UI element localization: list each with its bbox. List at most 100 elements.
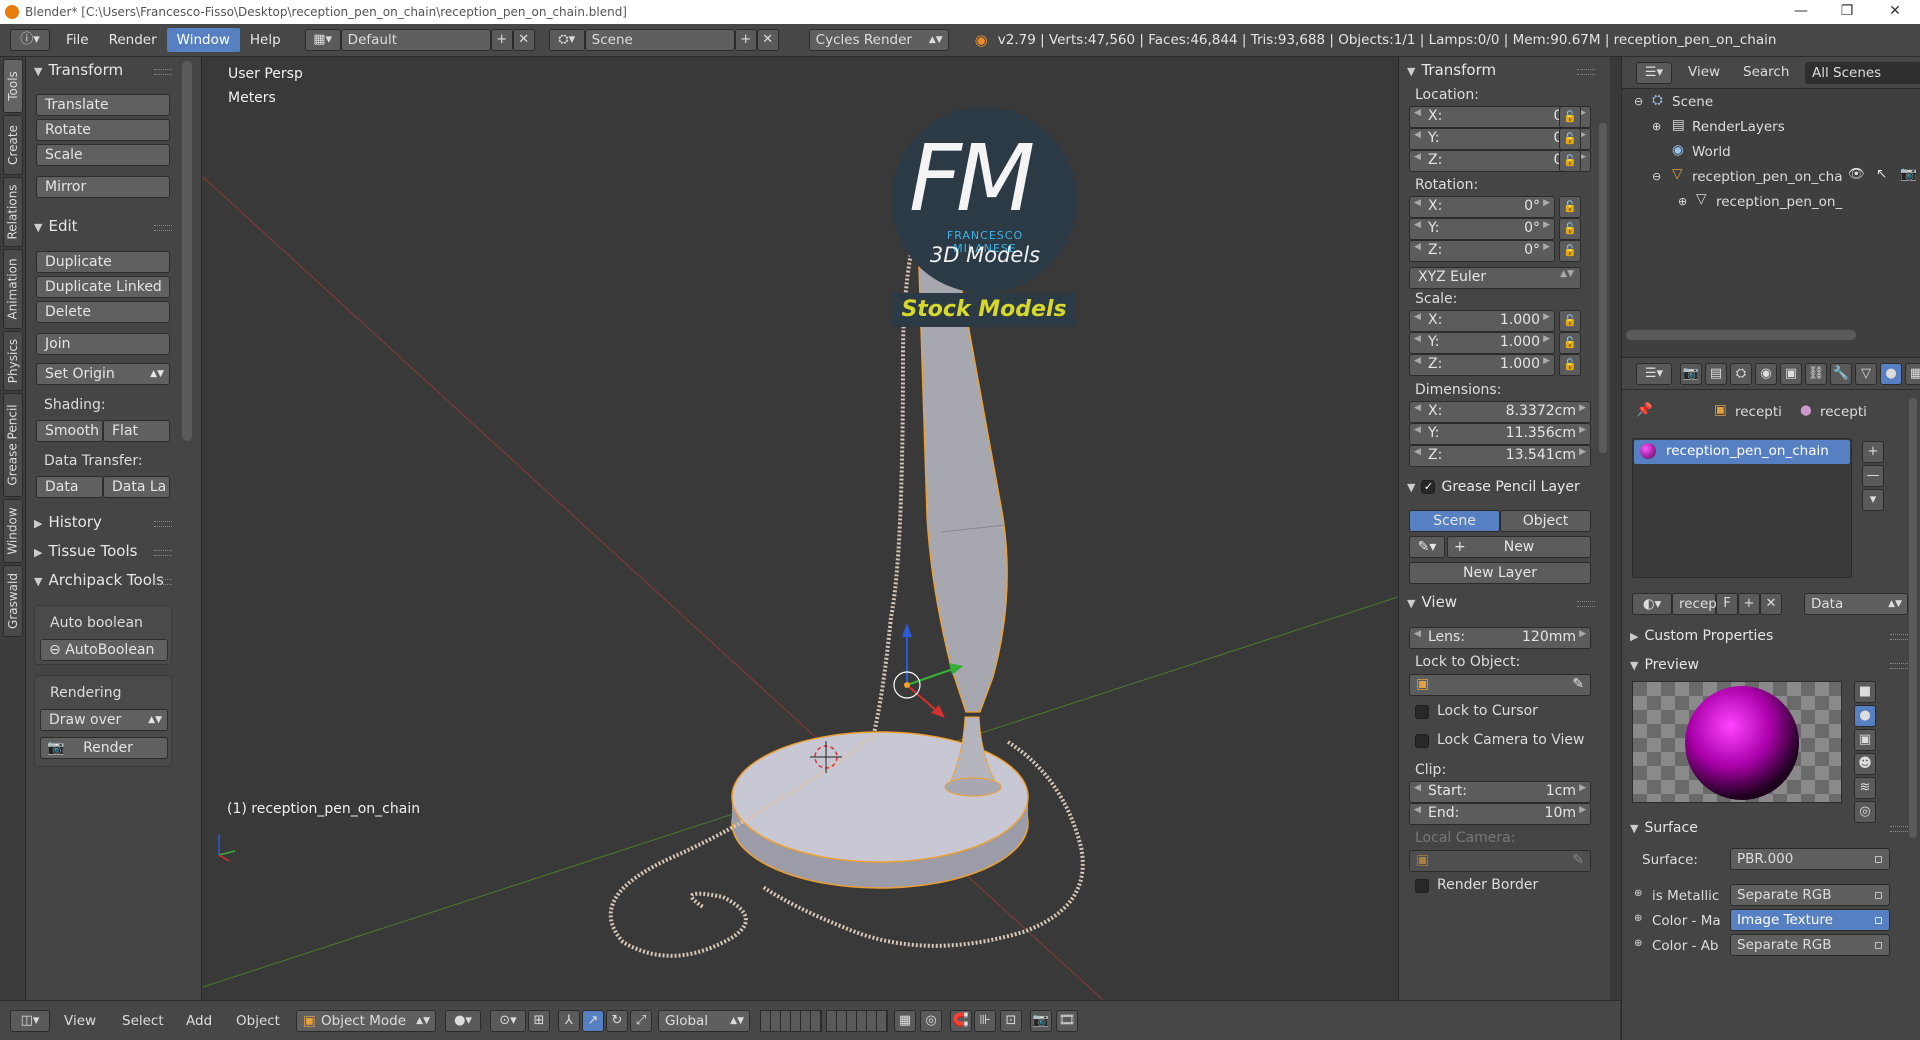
data-transfer-button[interactable]: Data bbox=[36, 476, 103, 498]
autoboolean-button[interactable]: ⊖ AutoBoolean bbox=[40, 639, 168, 661]
render-border-checkbox[interactable] bbox=[1415, 879, 1429, 893]
tab-graswald[interactable]: Graswald bbox=[3, 565, 23, 637]
data-layout-button[interactable]: Data La bbox=[103, 476, 170, 498]
snap-toggle-icon[interactable]: 🧲 bbox=[950, 1010, 972, 1032]
shade-flat-button[interactable]: Flat bbox=[103, 420, 170, 442]
rotate-button[interactable]: Rotate bbox=[36, 119, 170, 141]
minimize-icon[interactable]: — bbox=[1778, 0, 1824, 24]
panel-grip-icon[interactable] bbox=[1577, 601, 1595, 607]
history-panel-header[interactable]: ▶ History bbox=[34, 513, 102, 531]
gp-object-tab[interactable]: Object bbox=[1500, 510, 1591, 532]
menu-view[interactable]: View bbox=[64, 1013, 96, 1029]
outliner-filter-select[interactable]: All Scenes bbox=[1805, 62, 1920, 84]
properties-editor-icon[interactable]: ☰▾ bbox=[1636, 363, 1672, 385]
object-tab-icon[interactable]: ▣ bbox=[1780, 363, 1802, 385]
input-color-ab-select[interactable]: Separate RGB ▫ bbox=[1730, 934, 1890, 956]
local-camera-field[interactable]: ▣ ✎ bbox=[1409, 850, 1591, 872]
lock-icon[interactable]: 🔓 bbox=[1559, 196, 1581, 218]
tab-relations[interactable]: Relations bbox=[3, 177, 23, 247]
layer-buttons-b[interactable] bbox=[826, 1010, 888, 1032]
tab-window[interactable]: Window bbox=[3, 499, 23, 563]
dimension-z-field[interactable]: ◀ Z: 13.541cm ▶ bbox=[1409, 445, 1591, 467]
custom-properties-header[interactable]: ▶ Custom Properties bbox=[1630, 626, 1773, 644]
expand-icon[interactable]: ⊕ bbox=[1678, 195, 1687, 208]
lock-icon[interactable]: 🔓 bbox=[1559, 332, 1581, 354]
material-unlink-icon[interactable]: ✕ bbox=[1760, 593, 1782, 615]
preview-sphere-icon[interactable]: ● bbox=[1854, 705, 1876, 727]
pencil-icon[interactable]: ✎▾ bbox=[1409, 536, 1445, 558]
tab-create[interactable]: Create bbox=[3, 115, 23, 175]
duplicate-linked-button[interactable]: Duplicate Linked bbox=[36, 276, 170, 298]
constraints-tab-icon[interactable]: ⛓ bbox=[1805, 363, 1827, 385]
panel-grip-icon[interactable] bbox=[154, 521, 172, 527]
rotate-manipulator-icon[interactable]: ↻ bbox=[606, 1010, 628, 1032]
view-panel-header[interactable]: ▼ View bbox=[1407, 593, 1457, 611]
rotation-y-field[interactable]: ◀ Y: 0° ▶ bbox=[1409, 218, 1555, 240]
menu-render[interactable]: Render bbox=[99, 28, 167, 52]
material-tab-icon[interactable]: ● bbox=[1880, 363, 1902, 385]
gp-enable-checkbox[interactable]: ✓ bbox=[1421, 479, 1436, 494]
gp-new-layer-button[interactable]: New Layer bbox=[1409, 562, 1591, 584]
tab-grease-pencil[interactable]: Grease Pencil bbox=[3, 393, 23, 497]
rotation-mode-select[interactable]: XYZ Euler ▲▼ bbox=[1409, 267, 1581, 289]
dimension-y-field[interactable]: ◀ Y: 11.356cm ▶ bbox=[1409, 423, 1591, 445]
outliner-editor-icon[interactable]: ☰▾ bbox=[1636, 62, 1672, 84]
lock-camera-checkbox[interactable] bbox=[1415, 734, 1429, 748]
pivot-point-icon[interactable]: ⊙▾ bbox=[490, 1010, 526, 1032]
render-visibility-icon[interactable]: 📷 bbox=[1900, 166, 1917, 182]
eye-icon[interactable]: 👁 bbox=[1848, 166, 1865, 182]
layout-name-field[interactable]: Default bbox=[340, 29, 491, 51]
panel-grip-icon[interactable] bbox=[1890, 826, 1908, 832]
layout-browse-icon[interactable]: ▦▾ bbox=[304, 29, 341, 51]
material-slot-item[interactable]: reception_pen_on_chain bbox=[1634, 440, 1850, 464]
slot-add-icon[interactable]: + bbox=[1862, 441, 1884, 463]
lock-to-cursor-checkbox[interactable] bbox=[1415, 705, 1429, 719]
lock-icon[interactable]: 🔓 bbox=[1559, 310, 1581, 332]
panel-grip-icon[interactable] bbox=[154, 225, 172, 231]
panel-grip-icon[interactable] bbox=[154, 69, 172, 75]
lock-icon[interactable]: 🔓 bbox=[1559, 218, 1581, 240]
surface-shader-select[interactable]: PBR.000 ▫ bbox=[1730, 848, 1890, 870]
clip-start-field[interactable]: ◀ Start: 1cm ▶ bbox=[1409, 781, 1591, 803]
tab-animation[interactable]: Animation bbox=[3, 249, 23, 329]
panel-grip-icon[interactable] bbox=[1890, 663, 1908, 669]
lock-icon[interactable]: 🔓 bbox=[1559, 106, 1581, 128]
proportional-edit-icon[interactable]: ◎ bbox=[920, 1010, 942, 1032]
shade-smooth-button[interactable]: Smooth bbox=[36, 420, 103, 442]
scene-remove-icon[interactable]: ✕ bbox=[756, 29, 779, 51]
editor-type-icon[interactable]: ⓘ▾ bbox=[10, 29, 50, 51]
tool-shelf-scrollbar[interactable] bbox=[182, 61, 192, 441]
archipack-panel-header[interactable]: ▼ Archipack Tools bbox=[34, 571, 164, 589]
layout-add-icon[interactable]: + bbox=[490, 29, 513, 51]
preview-header[interactable]: ▼ Preview bbox=[1630, 655, 1699, 673]
preview-cube-icon[interactable]: ▣ bbox=[1854, 729, 1876, 751]
lock-icon[interactable]: 🔓 bbox=[1559, 354, 1581, 376]
scale-z-field[interactable]: ◀ Z: 1.000 ▶ bbox=[1409, 354, 1555, 376]
set-origin-select[interactable]: Set Origin ▲▼ bbox=[36, 363, 170, 385]
duplicate-button[interactable]: Duplicate bbox=[36, 251, 170, 273]
panel-grip-icon[interactable] bbox=[154, 579, 172, 585]
menu-object[interactable]: Object bbox=[236, 1013, 280, 1029]
lock-icon[interactable]: 🔓 bbox=[1559, 150, 1581, 172]
render-button[interactable]: 📷 Render bbox=[40, 737, 168, 759]
menu-help[interactable]: Help bbox=[240, 28, 291, 52]
input-color-ma-select[interactable]: Image Texture ▫ bbox=[1730, 909, 1890, 931]
input-metallic-select[interactable]: Separate RGB ▫ bbox=[1730, 884, 1890, 906]
material-link-select[interactable]: Data ▲▼ bbox=[1804, 593, 1908, 615]
preview-monkey-icon[interactable]: ☻ bbox=[1854, 753, 1876, 775]
rotation-z-field[interactable]: ◀ Z: 0° ▶ bbox=[1409, 240, 1555, 262]
snap-element-icon[interactable]: ⊪ bbox=[974, 1010, 996, 1032]
collapse-icon[interactable]: ⊖ bbox=[1634, 95, 1643, 108]
mode-select[interactable]: ▣ Object Mode ▲▼ bbox=[296, 1010, 436, 1032]
menu-select[interactable]: Select bbox=[122, 1013, 164, 1029]
panel-grip-icon[interactable] bbox=[1577, 69, 1595, 75]
outliner-menu-search[interactable]: Search bbox=[1743, 64, 1789, 80]
snap-target-icon[interactable]: ⊡ bbox=[1000, 1010, 1022, 1032]
scene-add-icon[interactable]: + bbox=[734, 29, 757, 51]
preview-hair-icon[interactable]: ≋ bbox=[1854, 777, 1876, 799]
outliner-item-mesh[interactable]: reception_pen_on_ bbox=[1716, 194, 1856, 210]
outliner-item-object[interactable]: reception_pen_on_chai bbox=[1692, 169, 1842, 185]
translate-manipulator-icon[interactable]: ↗ bbox=[582, 1010, 604, 1032]
scale-y-field[interactable]: ◀ Y: 1.000 ▶ bbox=[1409, 332, 1555, 354]
collapse-icon[interactable]: ⊖ bbox=[1652, 170, 1661, 183]
